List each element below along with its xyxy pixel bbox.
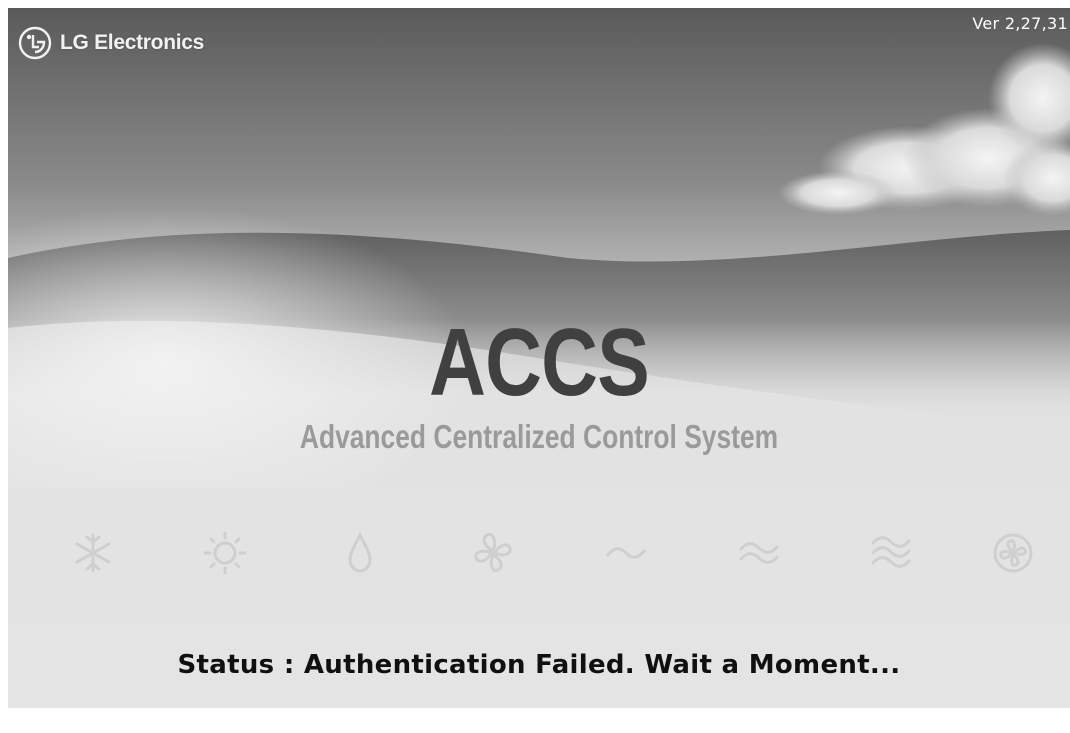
mode-icons-row (63, 523, 1043, 583)
drop-icon (330, 523, 390, 583)
status-label: Status (177, 650, 275, 680)
lg-logo-icon (18, 26, 52, 60)
status-separator: : (283, 650, 295, 680)
fan-icon (463, 523, 523, 583)
status-line: Status : Authentication Failed. Wait a M… (8, 650, 1070, 680)
app-title: ACCS (429, 309, 650, 416)
triple-wave-icon (861, 523, 921, 583)
app-subtitle: Advanced Centralized Control System (299, 418, 779, 455)
brand: LG Electronics (18, 26, 204, 60)
wave-icon (596, 523, 656, 583)
snowflake-icon (63, 523, 123, 583)
circle-fan-icon (983, 523, 1043, 583)
splash-screen: LG Electronics Ver 2,27,31 ACCS Advanced… (8, 8, 1070, 708)
sun-icon (195, 523, 255, 583)
brand-name: LG Electronics (60, 31, 205, 54)
status-message: Authentication Failed. Wait a Moment... (303, 650, 901, 680)
double-wave-icon (729, 523, 789, 583)
version-label: Ver 2,27,31 (972, 14, 1068, 33)
